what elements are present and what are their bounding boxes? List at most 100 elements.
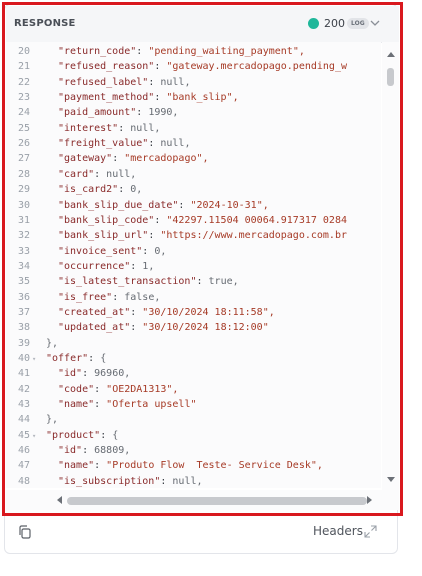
code-text: "invoice_sent": 0, — [58, 245, 167, 257]
code-line: 41 "id": 96960, — [6, 366, 381, 382]
line-number: 28 — [17, 168, 30, 180]
line-number: 46 — [17, 445, 30, 457]
code-line: 27 "gateway": "mercadopago", — [6, 151, 381, 167]
code-text: "is_subscription": null, — [58, 475, 203, 487]
code-text: "bank_slip_due_date": "2024-10-31", — [58, 199, 269, 211]
json-viewer[interactable]: 20 "return_code": "pending_waiting_paymen… — [6, 42, 381, 488]
line-number: 25 — [17, 122, 30, 134]
code-text: "card": null, — [58, 168, 137, 180]
code-text: }, — [46, 414, 59, 426]
status-dot-icon — [308, 18, 319, 29]
code-text: "created_at": "30/10/2024 18:11:58", — [58, 306, 275, 318]
code-line: 39}, — [6, 336, 381, 352]
code-text: "refused_label": null, — [58, 76, 191, 88]
code-line: 40 ▾ "offer": { — [6, 351, 381, 367]
code-text: "paid_amount": 1990, — [58, 107, 179, 119]
line-number: 40 — [17, 353, 30, 364]
code-line: 47 "name": "Produto Flow Teste- Service D… — [6, 458, 381, 474]
line-number: 30 — [17, 199, 30, 211]
line-number: 36 — [17, 291, 30, 303]
line-number: 33 — [17, 245, 30, 257]
code-text: "bank_slip_url": "https://www.mercadopag… — [58, 230, 347, 242]
line-number: 45 — [17, 429, 30, 441]
code-text: "interest": null, — [58, 122, 161, 134]
code-text: "refused_reason": "gateway.mercadopago.p… — [58, 61, 347, 73]
expand-icon[interactable] — [364, 525, 377, 538]
line-number: 37 — [17, 306, 30, 318]
fold-toggle-icon[interactable]: ▾ — [32, 351, 36, 367]
code-text: "return_code": "pending_waiting_payment"… — [58, 46, 305, 57]
horizontal-scrollbar[interactable] — [6, 490, 399, 510]
code-line: 24 "paid_amount": 1990, — [6, 105, 381, 121]
status-code: 200 — [324, 17, 345, 30]
line-number: 43 — [17, 399, 30, 411]
chevron-down-icon[interactable] — [368, 16, 382, 30]
code-text: "gateway": "mercadopago", — [58, 153, 209, 165]
line-number: 31 — [17, 214, 30, 226]
line-number: 38 — [17, 322, 30, 334]
code-line: 48 "is_subscription": null, — [6, 474, 381, 488]
code-line: 29 "is_card2": 0, — [6, 182, 381, 198]
code-text: "offer": { — [46, 353, 107, 364]
code-text: "occurrence": 1, — [58, 260, 155, 272]
fold-toggle-icon[interactable]: ▾ — [32, 428, 36, 444]
code-text: "updated_at": "30/10/2024 18:12:00" — [58, 322, 269, 334]
copy-icon[interactable] — [17, 524, 33, 540]
response-header: RESPONSE 200 LOG — [6, 6, 399, 43]
code-text: }, — [46, 337, 59, 349]
code-text: "id": 68809, — [58, 445, 131, 457]
code-text: "name": "Oferta upsell" — [58, 399, 197, 411]
line-number: 20 — [17, 46, 30, 57]
code-text: "is_free": false, — [58, 291, 161, 303]
code-text: "name": "Produto Flow Teste- Service Des… — [58, 460, 323, 472]
line-number: 22 — [17, 76, 30, 88]
code-line: 43 "name": "Oferta upsell" — [6, 397, 381, 413]
code-line: 31 "bank_slip_code": "42297.11504 00064.9… — [6, 213, 381, 229]
line-number: 32 — [17, 230, 30, 242]
line-number: 48 — [17, 475, 30, 487]
line-number: 26 — [17, 138, 30, 150]
scroll-right-arrow-icon[interactable] — [366, 495, 374, 505]
code-text: "code": "OE2DA1313", — [58, 383, 179, 395]
code-line: 35 "is_latest_transaction": true, — [6, 274, 381, 290]
panel-title: RESPONSE — [14, 18, 76, 29]
log-badge[interactable]: LOG — [347, 18, 369, 29]
line-number: 35 — [17, 276, 30, 288]
code-text: "product": { — [46, 429, 119, 441]
line-number: 34 — [17, 260, 30, 272]
vertical-scroll-thumb[interactable] — [387, 68, 394, 86]
line-number: 44 — [17, 414, 30, 426]
code-line: 25 "interest": null, — [6, 121, 381, 137]
code-line: 36 "is_free": false, — [6, 290, 381, 306]
line-number: 29 — [17, 184, 30, 196]
line-number: 47 — [17, 460, 30, 472]
vertical-scrollbar[interactable] — [382, 42, 399, 490]
code-text: "freight_value": null, — [58, 138, 191, 150]
code-line: 28 "card": null, — [6, 167, 381, 183]
code-line: 20 "return_code": "pending_waiting_paymen… — [6, 44, 381, 60]
code-text: "is_card2": 0, — [58, 184, 143, 196]
line-number: 41 — [17, 368, 30, 380]
code-line: 46 "id": 68809, — [6, 443, 381, 459]
code-line: 34 "occurrence": 1, — [6, 259, 381, 275]
code-line: 37 "created_at": "30/10/2024 18:11:58", — [6, 305, 381, 321]
scroll-down-arrow-icon[interactable] — [386, 476, 396, 484]
horizontal-scroll-thumb[interactable] — [67, 497, 367, 505]
code-text: "id": 96960, — [58, 368, 131, 380]
code-line: 23 "payment_method": "bank_slip", — [6, 90, 381, 106]
scroll-up-arrow-icon[interactable] — [386, 50, 396, 58]
scroll-left-arrow-icon[interactable] — [55, 495, 63, 505]
code-line: 44}, — [6, 412, 381, 428]
code-line: 32 "bank_slip_url": "https://www.mercadop… — [6, 228, 381, 244]
code-line: 38 "updated_at": "30/10/2024 18:12:00" — [6, 320, 381, 336]
code-line: 26 "freight_value": null, — [6, 136, 381, 152]
code-text: "bank_slip_code": "42297.11504 00064.917… — [58, 214, 347, 226]
line-number: 23 — [17, 92, 30, 104]
line-number: 27 — [17, 153, 30, 165]
code-text: "is_latest_transaction": true, — [58, 276, 239, 288]
headers-tab[interactable]: Headers — [313, 524, 363, 538]
line-number: 24 — [17, 107, 30, 119]
code-line: 30 "bank_slip_due_date": "2024-10-31", — [6, 198, 381, 214]
code-line: 45 ▾ "product": { — [6, 428, 381, 444]
code-line: 33 "invoice_sent": 0, — [6, 244, 381, 260]
